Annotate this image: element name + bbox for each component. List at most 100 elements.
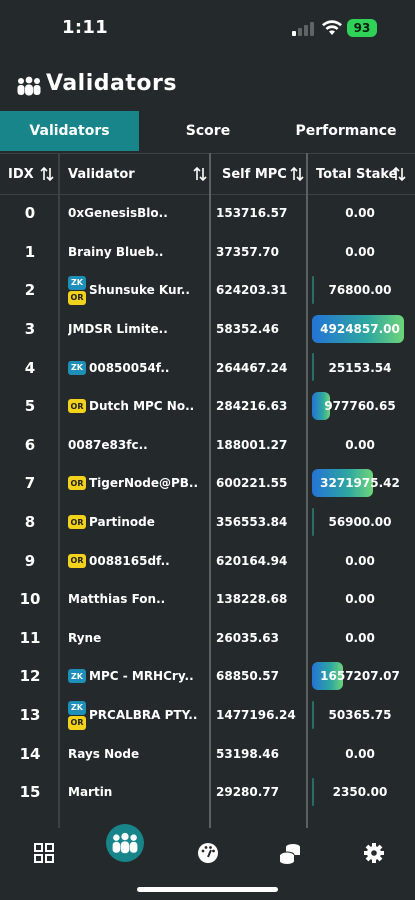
badge-group: ZK OR xyxy=(68,275,86,305)
table-row[interactable]: 11 Ryne 26035.63 0.00 xyxy=(0,619,415,658)
home-indicator xyxy=(137,887,278,892)
table-header: IDX Validator Self MPC Total Stake xyxy=(0,153,415,195)
validator-name: Partinode xyxy=(89,515,155,530)
total-stake-text: 50365.75 xyxy=(328,708,392,723)
table-row[interactable]: 14 Rays Node 53198.46 0.00 xyxy=(0,734,415,773)
row-index: 9 xyxy=(24,551,36,570)
tab-performance[interactable]: Performance xyxy=(277,111,415,151)
self-mpc-value: 58352.46 xyxy=(216,322,280,337)
validator-cell: OR 0088165df.. xyxy=(68,541,208,580)
column-header-validator[interactable]: Validator xyxy=(68,154,135,194)
validator-table: 0 0xGenesisBlo.. 153716.57 0.00 1 Brainy Blue… xyxy=(0,194,415,828)
total-stake-value: 2350.00 xyxy=(312,773,408,812)
status-time: 1:11 xyxy=(62,17,108,38)
total-stake-value: 977760.65 xyxy=(312,387,408,426)
validator-name: Brainy Blueb.. xyxy=(68,244,164,259)
settings-icon[interactable] xyxy=(361,840,387,866)
table-row[interactable]: 4 ZK 00850054f.. 264467.24 25153.54 xyxy=(0,348,415,387)
table-row[interactable]: 12 ZK MPC - MRHCry.. 68850.57 1657207.07 xyxy=(0,657,415,696)
row-index: 8 xyxy=(24,513,36,532)
self-mpc-value: 620164.94 xyxy=(216,553,288,568)
self-mpc-value: 356553.84 xyxy=(216,515,288,530)
table-row[interactable]: 1 Brainy Blueb.. 37357.70 0.00 xyxy=(0,233,415,272)
total-stake-text: 4924857.00 xyxy=(320,322,400,337)
total-stake-text: 0.00 xyxy=(345,746,375,761)
total-stake-value: 0.00 xyxy=(312,619,408,658)
table-row[interactable]: 2 ZK OR Shunsuke Kur.. 624203.31 76800.00 xyxy=(0,271,415,310)
table-row[interactable]: 7 OR TigerNode@PB.. 600221.55 3271975.42 xyxy=(0,464,415,503)
validator-name: 0087e83fc.. xyxy=(68,437,148,452)
validator-cell: ZK OR Shunsuke Kur.. xyxy=(68,271,208,310)
table-row[interactable]: 13 ZK OR PRCALBRA PTY.. 1477196.24 50365.75 xyxy=(0,696,415,735)
validator-cell: OR Partinode xyxy=(68,503,208,542)
sort-icon[interactable] xyxy=(290,166,304,182)
row-index: 15 xyxy=(19,783,41,802)
tab-score[interactable]: Score xyxy=(139,111,277,151)
row-index: 4 xyxy=(24,358,36,377)
table-row[interactable]: 9 OR 0088165df.. 620164.94 0.00 xyxy=(0,541,415,580)
tab-validators[interactable]: Validators xyxy=(0,111,139,151)
total-stake-text: 76800.00 xyxy=(328,283,392,298)
column-header-self-mpc[interactable]: Self MPC xyxy=(222,154,287,194)
page-title: Validators xyxy=(46,71,177,96)
battery-indicator: 93 xyxy=(347,19,377,37)
performance-icon[interactable] xyxy=(195,840,221,866)
total-stake-value: 0.00 xyxy=(312,734,408,773)
users-icon xyxy=(17,76,41,96)
or-badge: OR xyxy=(68,476,86,491)
total-stake-text: 0.00 xyxy=(345,592,375,607)
badge-group: ZK xyxy=(68,360,86,375)
total-stake-value: 3271975.42 xyxy=(312,464,408,503)
validator-cell: OR TigerNode@PB.. xyxy=(68,464,208,503)
table-row[interactable]: 3 JMDSR Limite.. 58352.46 4924857.00 xyxy=(0,310,415,349)
validator-name: Rays Node xyxy=(68,746,140,761)
table-row[interactable]: 8 OR Partinode 356553.84 56900.00 xyxy=(0,503,415,542)
validators-nav-button[interactable] xyxy=(106,824,144,862)
table-row[interactable]: 10 Matthias Fon.. 138228.68 0.00 xyxy=(0,580,415,619)
coins-icon[interactable] xyxy=(277,840,303,866)
or-badge: OR xyxy=(68,290,86,305)
sort-icon[interactable] xyxy=(193,166,207,182)
self-mpc-value: 624203.31 xyxy=(216,283,288,298)
badge-group: OR xyxy=(68,515,86,530)
validator-name: Dutch MPC No.. xyxy=(89,399,195,414)
badge-group: OR xyxy=(68,476,86,491)
total-stake-text: 56900.00 xyxy=(328,515,392,530)
badge-group: OR xyxy=(68,553,86,568)
or-badge: OR xyxy=(68,515,86,530)
validator-name: TigerNode@PB.. xyxy=(89,476,199,491)
column-header-total-stake[interactable]: Total Stake xyxy=(316,154,398,194)
self-mpc-value: 29280.77 xyxy=(216,785,280,800)
row-index: 10 xyxy=(19,590,41,609)
row-index: 2 xyxy=(24,281,36,300)
validator-name: 0xGenesisBlo.. xyxy=(68,206,168,221)
self-mpc-value: 284216.63 xyxy=(216,399,288,414)
zk-badge: ZK xyxy=(68,360,86,375)
row-index: 3 xyxy=(24,320,36,339)
validators-icon xyxy=(112,832,138,854)
dashboard-icon[interactable] xyxy=(31,840,57,866)
table-row[interactable]: 5 OR Dutch MPC No.. 284216.63 977760.65 xyxy=(0,387,415,426)
row-index: 1 xyxy=(24,242,36,261)
validator-cell: Brainy Blueb.. xyxy=(68,233,208,272)
table-row[interactable]: 0 0xGenesisBlo.. 153716.57 0.00 xyxy=(0,194,415,233)
sort-icon[interactable] xyxy=(40,166,54,182)
column-header-idx[interactable]: IDX xyxy=(8,154,34,194)
self-mpc-value: 53198.46 xyxy=(216,746,280,761)
table-row[interactable]: 6 0087e83fc.. 188001.27 0.00 xyxy=(0,426,415,465)
self-mpc-value: 26035.63 xyxy=(216,630,280,645)
sort-icon[interactable] xyxy=(392,166,406,182)
validator-cell: Martin xyxy=(68,773,208,812)
validator-cell: Rays Node xyxy=(68,734,208,773)
validator-cell: 0xGenesisBlo.. xyxy=(68,194,208,233)
validator-name: Matthias Fon.. xyxy=(68,592,166,607)
total-stake-text: 0.00 xyxy=(345,437,375,452)
validator-name: Martin xyxy=(68,785,113,800)
validator-cell: 0087e83fc.. xyxy=(68,426,208,465)
total-stake-value: 50365.75 xyxy=(312,696,408,735)
validator-name: PRCALBRA PTY.. xyxy=(89,708,198,723)
validator-name: 00850054f.. xyxy=(89,360,170,375)
badge-group: OR xyxy=(68,399,86,414)
self-mpc-value: 1477196.24 xyxy=(216,708,296,723)
table-row[interactable]: 15 Martin 29280.77 2350.00 xyxy=(0,773,415,812)
